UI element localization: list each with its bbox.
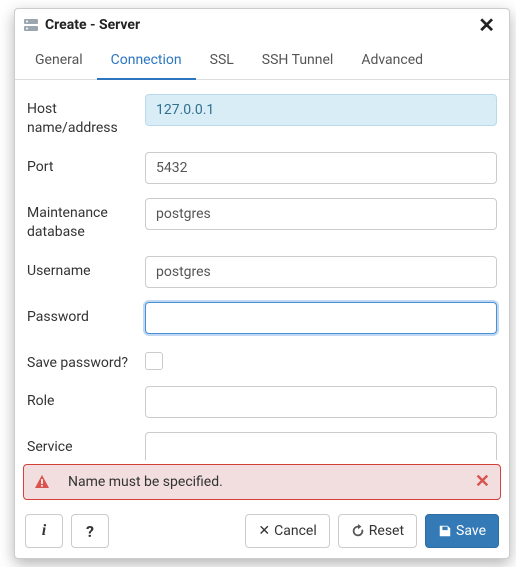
- maintenance-db-input[interactable]: [145, 198, 497, 230]
- info-button[interactable]: i: [25, 514, 63, 548]
- save-label: Save: [456, 523, 486, 539]
- error-bar: Name must be specified. ✕: [23, 464, 501, 500]
- row-maintenance-db: Maintenance database: [27, 198, 497, 242]
- tab-general[interactable]: General: [21, 42, 97, 80]
- label-save-password: Save password?: [27, 348, 145, 373]
- warning-icon: [34, 474, 50, 490]
- save-password-checkbox[interactable]: [145, 352, 163, 370]
- cancel-label: Cancel: [274, 523, 317, 539]
- error-message: Name must be specified.: [68, 474, 475, 490]
- info-icon: i: [42, 522, 46, 540]
- reset-label: Reset: [369, 523, 404, 539]
- reset-button[interactable]: Reset: [338, 514, 417, 548]
- label-maintenance-db: Maintenance database: [27, 198, 145, 242]
- service-input[interactable]: [145, 432, 497, 460]
- role-input[interactable]: [145, 386, 497, 418]
- tab-ssh-tunnel[interactable]: SSH Tunnel: [248, 42, 348, 80]
- label-username: Username: [27, 256, 145, 281]
- label-host: Host name/address: [27, 94, 145, 138]
- tab-advanced[interactable]: Advanced: [347, 42, 437, 80]
- username-input[interactable]: [145, 256, 497, 288]
- row-password: Password: [27, 302, 497, 334]
- password-input[interactable]: [145, 302, 497, 334]
- row-username: Username: [27, 256, 497, 288]
- row-host: Host name/address: [27, 94, 497, 138]
- recycle-icon: [351, 524, 365, 538]
- close-icon[interactable]: ✕: [474, 15, 499, 35]
- row-service: Service: [27, 432, 497, 460]
- row-save-password: Save password?: [27, 348, 497, 373]
- label-service: Service: [27, 432, 145, 457]
- server-icon: [23, 17, 39, 33]
- close-icon: ✕: [258, 523, 270, 539]
- row-role: Role: [27, 386, 497, 418]
- help-button[interactable]: ?: [71, 514, 109, 548]
- row-port: Port: [27, 152, 497, 184]
- port-input[interactable]: [145, 152, 497, 184]
- host-input[interactable]: [145, 94, 497, 126]
- label-port: Port: [27, 152, 145, 177]
- save-button[interactable]: Save: [425, 514, 499, 548]
- cancel-button[interactable]: ✕ Cancel: [245, 514, 329, 548]
- form-body: Host name/address Port Maintenance datab…: [15, 80, 509, 460]
- tabs: General Connection SSL SSH Tunnel Advanc…: [15, 41, 509, 80]
- dialog-footer: i ? ✕ Cancel Reset Save: [15, 508, 509, 558]
- dialog-header: Create - Server ✕: [15, 9, 509, 41]
- create-server-dialog: Create - Server ✕ General Connection SSL…: [14, 8, 510, 559]
- label-password: Password: [27, 302, 145, 327]
- dialog-title: Create - Server: [45, 17, 474, 33]
- help-icon: ?: [86, 522, 94, 541]
- error-close-icon[interactable]: ✕: [475, 473, 490, 491]
- tab-connection[interactable]: Connection: [97, 42, 196, 80]
- label-role: Role: [27, 386, 145, 411]
- save-icon: [438, 524, 452, 538]
- tab-ssl[interactable]: SSL: [196, 42, 248, 80]
